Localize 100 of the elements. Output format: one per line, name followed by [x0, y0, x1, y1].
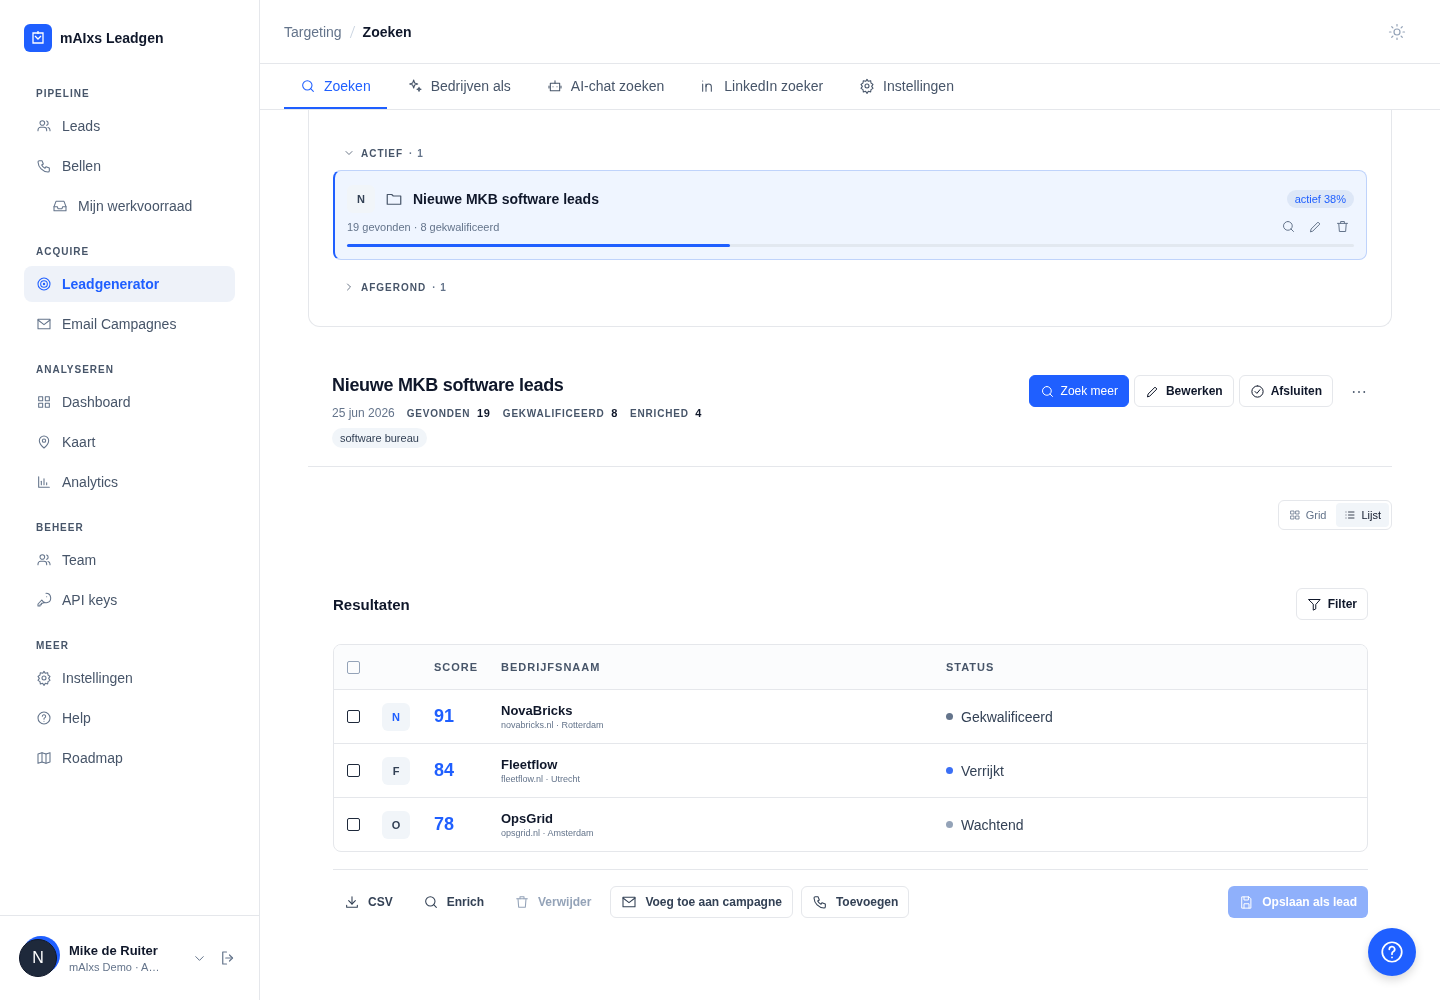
initial-avatar: F	[382, 756, 410, 785]
section-heading: ANALYSEREN	[35, 363, 115, 377]
sidebar-item[interactable]: Mijn werkvoorraad	[24, 188, 235, 224]
action-button[interactable]: Bewerken	[1133, 375, 1234, 407]
section-heading: ACQUIRE	[35, 245, 91, 259]
sun-icon[interactable]	[1388, 22, 1406, 41]
help-icon	[36, 710, 52, 726]
search-icon	[1039, 383, 1055, 399]
sidebar-item[interactable]: Analytics	[24, 464, 235, 500]
help-button[interactable]	[1368, 928, 1416, 976]
settings-icon	[36, 670, 52, 686]
user-workspace: mAIxs Demo · A…	[69, 961, 161, 973]
score-value: 78	[434, 814, 456, 835]
column-header: STATUS	[946, 661, 996, 673]
phone-icon	[36, 158, 52, 174]
sidebar-item[interactable]: Dashboard	[24, 384, 235, 420]
view-option[interactable]: Lijst	[1336, 503, 1389, 527]
sidebar-item[interactable]: Help	[24, 700, 235, 736]
tab[interactable]: Instellingen	[843, 64, 970, 109]
users-icon	[36, 118, 52, 134]
save-icon	[1239, 894, 1255, 910]
users-icon	[36, 552, 52, 568]
section-heading: MEER	[35, 639, 70, 653]
search-icon[interactable]	[1281, 219, 1296, 234]
grid-icon	[1288, 509, 1301, 521]
tab[interactable]: AI-chat zoeken	[530, 64, 681, 109]
action-button[interactable]: Toevoegen	[800, 886, 910, 918]
company-name[interactable]: NovaBricks	[501, 703, 946, 718]
tab[interactable]: Bedrijven als	[390, 64, 527, 109]
tab[interactable]: LinkedIn zoeker	[684, 64, 840, 109]
page-title: Zoeken	[362, 23, 412, 40]
stat-label: ENRICHED 4	[630, 407, 703, 419]
sidebar-item[interactable]: Leads	[24, 108, 235, 144]
row-checkbox[interactable]	[347, 818, 360, 831]
keyword-tag: software bureau	[332, 428, 427, 448]
tab[interactable]: Zoeken	[284, 64, 387, 109]
user-name: Mike de Ruiter	[69, 943, 159, 958]
sidebar-item[interactable]: Instellingen	[24, 660, 235, 696]
map-pin-icon	[36, 434, 52, 450]
envelope-icon	[36, 316, 52, 332]
logo-icon	[24, 24, 52, 52]
settings-icon	[859, 77, 876, 94]
tray-icon	[52, 198, 68, 214]
section-heading: PIPELINE	[35, 87, 91, 101]
search-stats: 19 gevonden · 8 gekwalificeerd	[347, 220, 500, 233]
view-option[interactable]: Grid	[1280, 503, 1335, 527]
sidebar-item[interactable]: Email Campagnes	[24, 306, 235, 342]
phone-icon	[811, 894, 828, 910]
initial-avatar: N	[347, 185, 375, 213]
column-header: BEDRIJFSNAAM	[501, 661, 602, 673]
company-name[interactable]: Fleetflow	[501, 757, 946, 772]
score-value: 84	[434, 760, 456, 781]
search-title: Nieuwe MKB software leads	[332, 375, 565, 396]
status-text: Wachtend	[961, 816, 1024, 833]
bar-chart-icon	[36, 474, 52, 490]
app-name: mAIxs Leadgen	[60, 30, 164, 46]
company-meta: novabricks.nl · Rotterdam	[501, 720, 605, 730]
date-text: 25 jun 2026	[332, 406, 395, 420]
section-heading: BEHEER	[35, 521, 85, 535]
sidebar-item[interactable]: Bellen	[24, 148, 235, 184]
status-text: Verrijkt	[961, 762, 1004, 779]
sidebar-item[interactable]: Roadmap	[24, 740, 235, 776]
sidebar-item[interactable]: Leadgenerator	[24, 266, 235, 302]
company-name[interactable]: OpsGrid	[501, 811, 946, 826]
group-header[interactable]: AFGEROND · 1	[333, 274, 1367, 300]
pencil-icon[interactable]	[1308, 219, 1323, 234]
envelope-icon	[621, 894, 638, 910]
filter-button[interactable]: Filter	[1295, 588, 1368, 620]
initial-avatar: O	[382, 810, 410, 839]
status-text: Gekwalificeerd	[961, 708, 1053, 725]
group-header[interactable]: ACTIEF · 1	[333, 140, 1367, 166]
trash-icon[interactable]	[1335, 219, 1350, 234]
company-meta: fleetflow.nl · Utrecht	[501, 774, 582, 784]
search-card[interactable]: N Nieuwe MKB software leads actief 38% 19 gevonden · 8 gekwalificeerd	[333, 170, 1367, 260]
sidebar-item[interactable]: API keys	[24, 582, 235, 618]
row-checkbox[interactable]	[347, 710, 360, 723]
filter-icon	[1306, 596, 1322, 612]
download-icon	[344, 894, 360, 910]
section-title: Resultaten	[333, 595, 410, 613]
sparkle-icon	[406, 77, 423, 94]
score-value: 91	[434, 706, 456, 727]
search-icon	[422, 894, 439, 910]
column-header: SCORE	[434, 661, 480, 673]
breadcrumb-link[interactable]: Targeting	[284, 23, 342, 40]
robot-icon	[546, 77, 563, 94]
status-badge: actief 38%	[1286, 190, 1354, 208]
target-icon	[36, 276, 52, 292]
stat-label: GEKWALIFICEERD 8	[502, 407, 619, 419]
action-button[interactable]: Zoek meer	[1028, 375, 1129, 407]
sidebar-item[interactable]: Kaart	[24, 424, 235, 460]
select-all-checkbox[interactable]	[347, 660, 360, 674]
user-avatar[interactable]: N	[19, 939, 57, 977]
row-checkbox[interactable]	[347, 764, 360, 777]
sidebar-item[interactable]: Team	[24, 542, 235, 578]
map-icon	[36, 750, 52, 766]
initial-avatar: N	[382, 702, 410, 731]
company-meta: opsgrid.nl · Amsterdam	[501, 828, 595, 838]
action-button[interactable]: Afsluiten	[1238, 375, 1333, 407]
action-button[interactable]: Voeg toe aan campagne	[610, 886, 793, 918]
check-circle-icon	[1249, 383, 1265, 399]
